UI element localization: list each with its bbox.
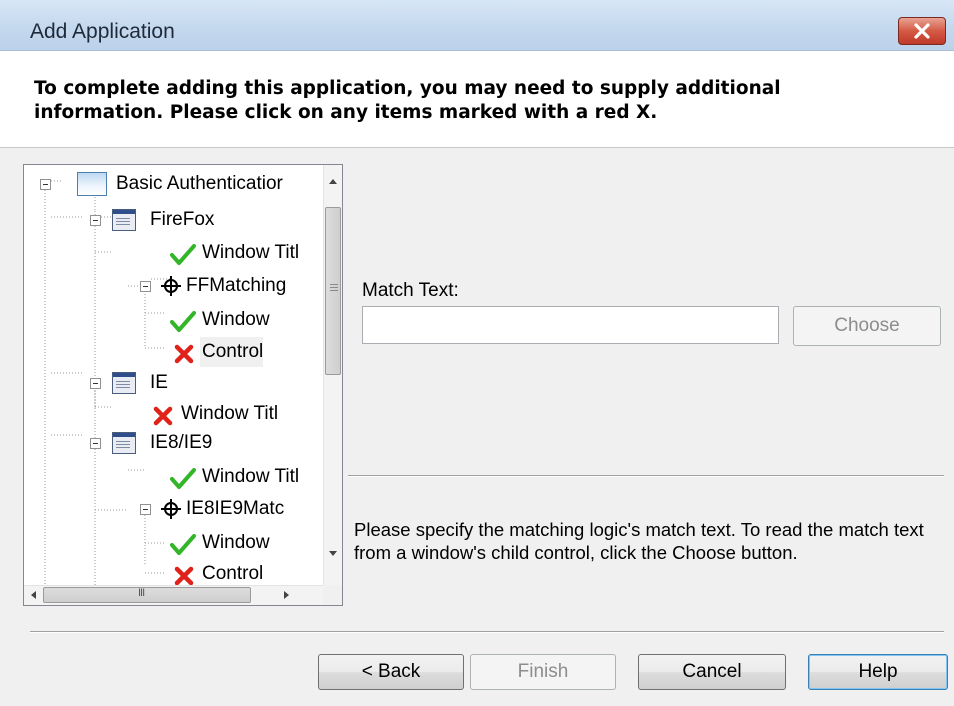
application-icon [77, 172, 107, 196]
collapse-toggle[interactable] [90, 215, 101, 226]
scroll-grip-icon: III [138, 587, 145, 599]
tree-node-label: Basic Authenticatior [116, 173, 283, 194]
tree-horizontal-scrollbar[interactable]: III [24, 585, 324, 605]
window-icon [112, 372, 136, 394]
tree-node-window-title[interactable]: Window Titl [24, 238, 324, 268]
footer-divider [30, 631, 944, 633]
crosshair-icon [161, 499, 181, 519]
tree-node-window-title[interactable]: Window Titl [24, 399, 324, 429]
scrollbar-corner [323, 585, 342, 605]
collapse-toggle[interactable] [140, 504, 151, 515]
tree-node-label: Window [202, 532, 270, 553]
scroll-down-arrow-icon[interactable] [329, 551, 337, 556]
window-title: Add Application [30, 20, 175, 43]
red-x-icon [174, 566, 194, 585]
instructions-header: To complete adding this application, you… [0, 51, 954, 148]
collapse-toggle[interactable] [90, 378, 101, 389]
tree-node-control[interactable]: Control [24, 337, 324, 367]
tree-node-label: Window Titl [202, 466, 300, 487]
tree-node-label: FFMatching [186, 275, 287, 296]
tree-node-label: Window [202, 309, 270, 330]
divider [348, 475, 944, 477]
tree-node-label: FireFox [150, 209, 215, 230]
tree-node-firefox[interactable]: FireFox [24, 205, 324, 235]
close-icon [914, 23, 930, 39]
add-application-dialog: Add Application To complete adding this … [0, 0, 954, 706]
window-icon [112, 209, 136, 231]
tree-node-control[interactable]: Control [24, 559, 324, 585]
finish-button[interactable]: Finish [470, 654, 616, 690]
tree-node-ffmatching[interactable]: FFMatching [24, 271, 324, 301]
tree-node-label: Window Titl [181, 403, 279, 424]
crosshair-icon [161, 276, 181, 296]
green-check-icon [170, 534, 196, 555]
description-text: Please specify the matching logic's matc… [354, 519, 924, 563]
tree-node-basic-authentication[interactable]: Basic Authenticatior [24, 169, 324, 199]
tree-node-label: IE [150, 372, 168, 393]
scroll-left-arrow-icon[interactable] [31, 591, 36, 599]
horizontal-scroll-thumb[interactable]: III [43, 587, 251, 603]
application-tree[interactable]: Basic Authenticatior FireFox Window Titl [23, 164, 343, 606]
close-button[interactable] [898, 17, 946, 45]
match-text-label: Match Text: [362, 280, 459, 301]
help-button[interactable]: Help [808, 654, 948, 690]
tree-node-ie8ie9matching[interactable]: IE8IE9Matc [24, 494, 324, 524]
window-icon [112, 432, 136, 454]
tree-node-window[interactable]: Window [24, 528, 324, 558]
tree-vertical-scrollbar[interactable] [323, 165, 342, 585]
back-button[interactable]: < Back [318, 654, 464, 690]
tree-node-window-title[interactable]: Window Titl [24, 462, 324, 492]
scroll-grip-icon [330, 284, 338, 293]
tree-node-label: Control [200, 337, 264, 367]
collapse-toggle[interactable] [40, 179, 51, 190]
tree-node-label: Window Titl [202, 242, 300, 263]
tree-node-label: IE8IE9Matc [186, 498, 285, 519]
tree-node-ie8-ie9[interactable]: IE8/IE9 [24, 428, 324, 458]
vertical-scroll-thumb[interactable] [325, 207, 341, 375]
green-check-icon [170, 244, 196, 265]
red-x-icon [174, 344, 194, 364]
scroll-right-arrow-icon[interactable] [284, 591, 289, 599]
tree-content: Basic Authenticatior FireFox Window Titl [24, 165, 324, 585]
collapse-toggle[interactable] [140, 281, 151, 292]
tree-node-window[interactable]: Window [24, 305, 324, 335]
scroll-up-arrow-icon[interactable] [329, 179, 337, 184]
instructions-text: To complete adding this application, you… [34, 78, 781, 123]
cancel-button[interactable]: Cancel [638, 654, 786, 690]
green-check-icon [170, 311, 196, 332]
title-bar: Add Application [0, 0, 954, 51]
tree-node-label: IE8/IE9 [150, 432, 213, 453]
tree-node-label: Control [202, 563, 264, 584]
choose-button[interactable]: Choose [793, 306, 941, 346]
tree-node-ie[interactable]: IE [24, 368, 324, 398]
green-check-icon [170, 468, 196, 489]
red-x-icon [153, 406, 173, 426]
match-text-input[interactable] [362, 306, 779, 344]
collapse-toggle[interactable] [90, 438, 101, 449]
